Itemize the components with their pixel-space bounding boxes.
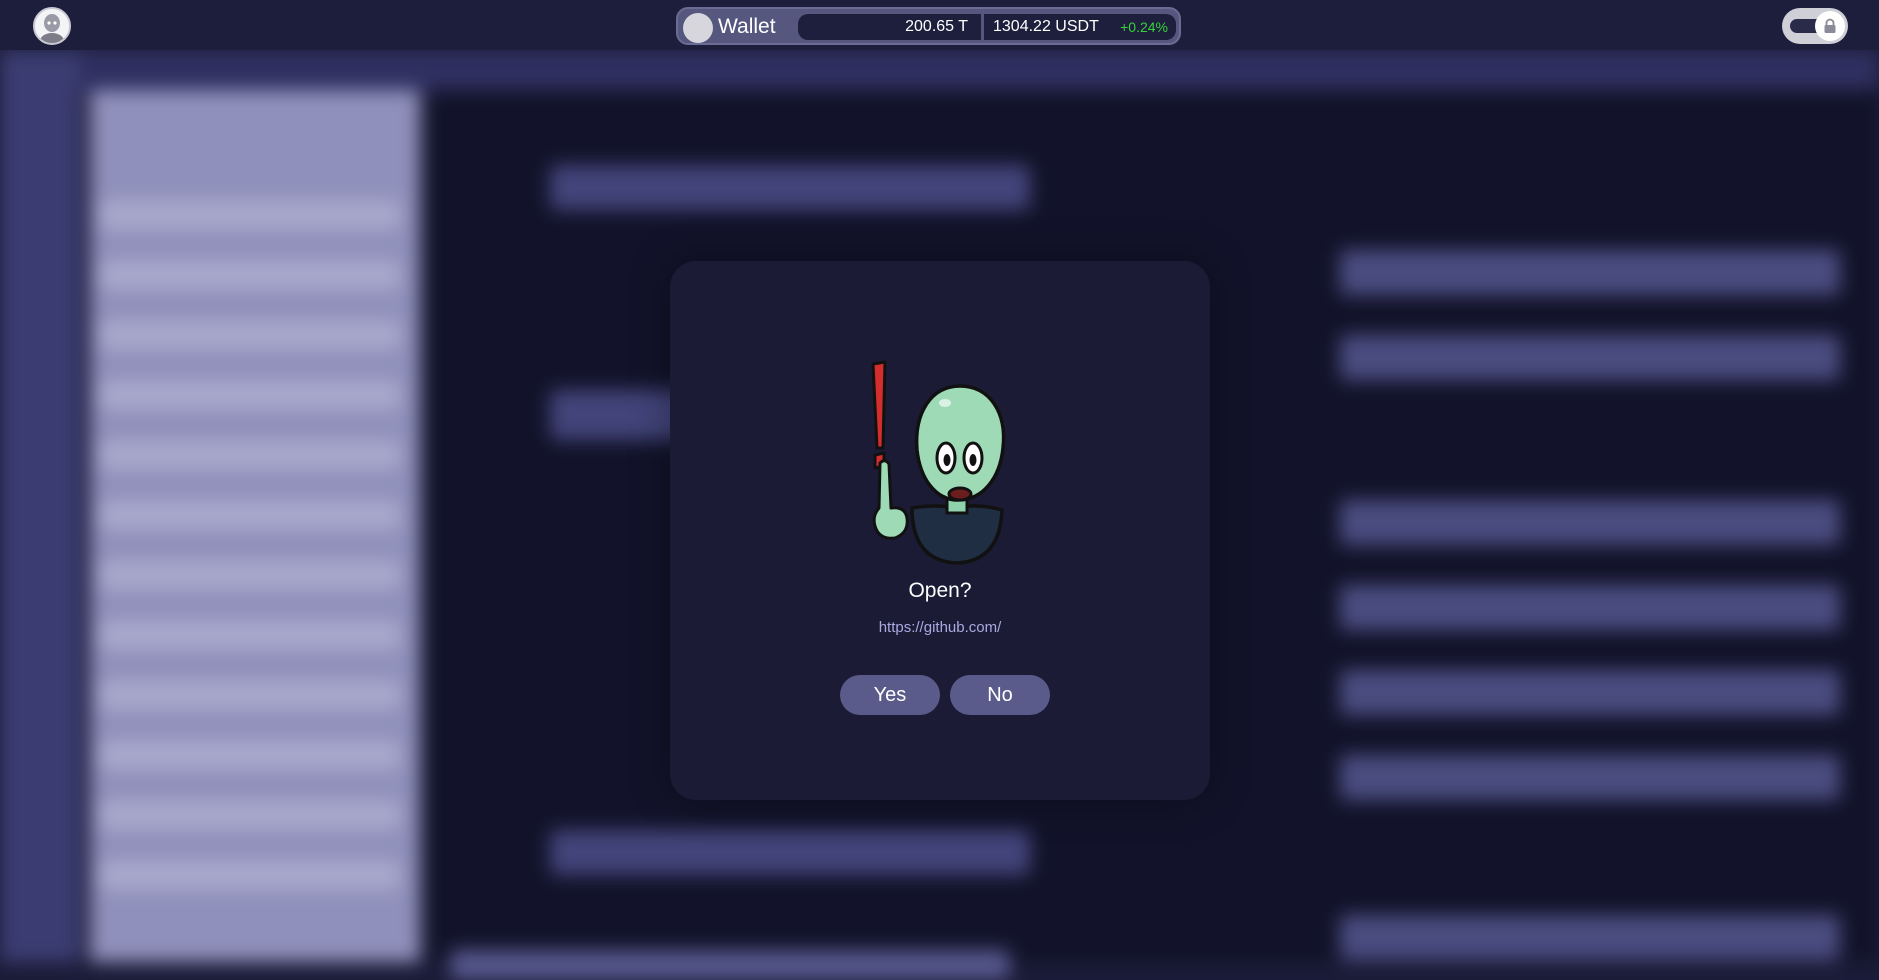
lock-toggle-knob <box>1815 11 1845 41</box>
price-change: +0.24% <box>1120 19 1168 35</box>
lock-icon <box>1824 18 1836 33</box>
balance-divider <box>981 14 984 40</box>
background-sidebar <box>0 50 80 962</box>
background-header <box>80 50 1879 92</box>
background-list <box>90 90 420 962</box>
dialog-title: Open? <box>908 579 972 602</box>
yes-button[interactable]: Yes <box>840 675 940 715</box>
wallet-label: Wallet <box>718 15 776 38</box>
top-bar: Wallet 200.65 T 1304.22 USDT +0.24% <box>0 0 1879 50</box>
wallet-icon <box>683 13 713 43</box>
lock-toggle[interactable] <box>1782 8 1848 44</box>
user-avatar-icon[interactable] <box>33 7 71 45</box>
no-button[interactable]: No <box>950 675 1050 715</box>
balance-t: 200.65 T <box>905 18 968 35</box>
wallet-balances: 200.65 T 1304.22 USDT +0.24% <box>798 14 1176 40</box>
wallet-widget[interactable]: Wallet 200.65 T 1304.22 USDT +0.24% <box>676 7 1181 45</box>
alien-mascot-warning-icon <box>871 360 1006 565</box>
balance-usdt: 1304.22 USDT <box>993 18 1099 35</box>
open-link-dialog: Open? https://github.com/ Yes No <box>670 261 1210 800</box>
dialog-url: https://github.com/ <box>878 619 1002 636</box>
